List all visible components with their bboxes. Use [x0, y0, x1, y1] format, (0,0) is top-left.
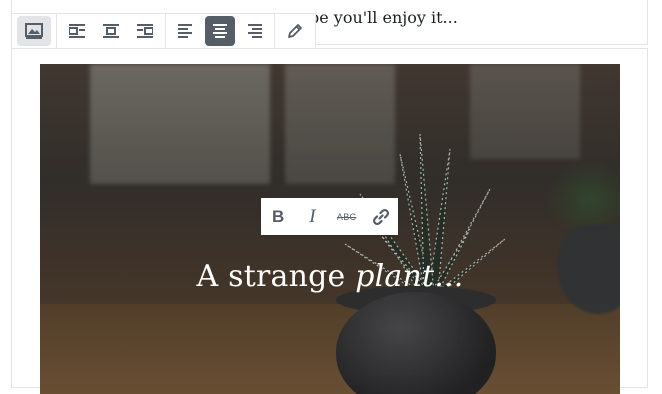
format-toolbar: B I ABC: [261, 198, 398, 235]
block-toolbar: [11, 13, 316, 49]
text-alignment-group: [166, 14, 275, 48]
align-left-button[interactable]: [171, 16, 201, 46]
align-left-icon: [178, 24, 192, 38]
align-right-wrap-button[interactable]: [130, 16, 160, 46]
caption-text: A strange: [196, 259, 356, 294]
align-right-icon: [248, 24, 262, 38]
strikethrough-icon: ABC: [336, 211, 357, 222]
align-left-wrap-icon: [69, 24, 85, 38]
bold-icon: B: [271, 206, 285, 226]
align-center-button[interactable]: [205, 16, 235, 46]
block-alignment-group: [57, 14, 166, 48]
align-center-block-icon: [103, 24, 119, 38]
italic-icon: I: [309, 205, 316, 227]
pencil-icon: [288, 24, 302, 38]
align-center-block-button[interactable]: [96, 16, 126, 46]
strikethrough-button[interactable]: ABC: [333, 203, 361, 231]
align-right-button[interactable]: [239, 16, 269, 46]
italic-button[interactable]: I: [298, 203, 326, 231]
edit-image-button[interactable]: [280, 16, 310, 46]
link-icon: [372, 208, 389, 225]
align-left-wrap-button[interactable]: [62, 16, 92, 46]
paragraph-text[interactable]: pe you'll enjoy it...: [309, 8, 458, 27]
change-block-type-button[interactable]: [17, 16, 51, 46]
link-button[interactable]: [367, 203, 395, 231]
bold-button[interactable]: B: [264, 203, 292, 231]
cover-caption[interactable]: A strange plant...: [40, 259, 620, 294]
image-icon: [25, 23, 43, 39]
block-switcher-group: [12, 14, 57, 48]
align-right-wrap-icon: [137, 24, 153, 38]
caption-italic-text: plant...: [355, 259, 464, 294]
edit-group: [275, 14, 315, 48]
align-center-icon: [213, 24, 227, 38]
